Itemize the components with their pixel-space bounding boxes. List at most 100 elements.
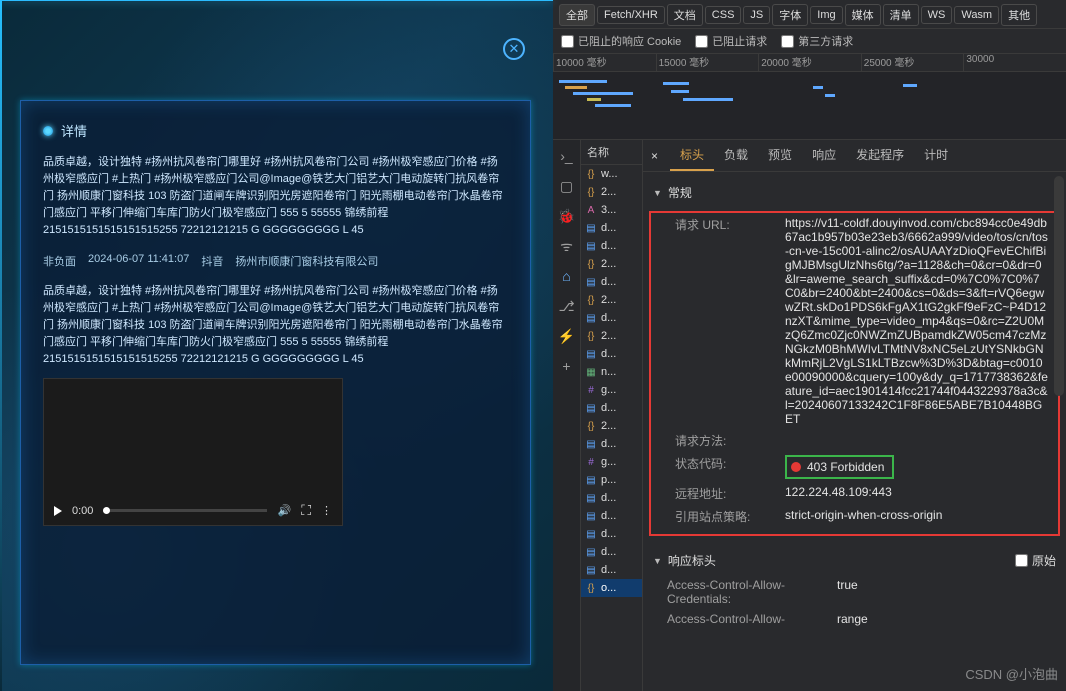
timeline-ruler[interactable]: 10000 毫秒15000 毫秒20000 毫秒25000 毫秒30000 xyxy=(553,54,1066,72)
general-section-header[interactable]: ▼ 常规 xyxy=(643,178,1066,207)
third-party-checkbox[interactable]: 第三方请求 xyxy=(781,33,853,49)
req-method-key: 请求方法: xyxy=(675,432,785,449)
filter-tab-Img[interactable]: Img xyxy=(810,6,842,24)
request-row[interactable]: ▤ d... xyxy=(581,309,642,327)
request-name: 2... xyxy=(601,420,616,432)
close-detail-icon[interactable]: × xyxy=(643,143,666,169)
css-file-icon: # xyxy=(585,384,597,396)
request-row[interactable]: {}2... xyxy=(581,327,642,345)
filter-tab-全部[interactable]: 全部 xyxy=(559,4,595,26)
doc-file-icon: ▤ xyxy=(585,312,597,324)
play-icon[interactable] xyxy=(54,506,62,516)
request-name: 2... xyxy=(601,294,616,306)
request-row[interactable]: {}w... xyxy=(581,165,642,183)
hdr-credentials-key: Access-Control-Allow-Credentials: xyxy=(667,578,837,606)
request-row[interactable]: #g... xyxy=(581,453,642,471)
detail-card: 详情 品质卓越，设计独特 #扬州抗风卷帘门哪里好 #扬州抗风卷帘门公司 #扬州极… xyxy=(20,100,531,665)
doc-file-icon: ▤ xyxy=(585,222,597,234)
request-name: d... xyxy=(601,528,616,540)
filter-tab-文档[interactable]: 文档 xyxy=(667,4,703,26)
request-row[interactable]: ▤d... xyxy=(581,543,642,561)
ruler-tick: 30000 xyxy=(963,54,1066,71)
console-icon[interactable]: ›_ xyxy=(559,148,575,164)
refpol-value: strict-origin-when-cross-origin xyxy=(785,508,1048,525)
volume-icon[interactable]: 🔊 xyxy=(277,504,291,517)
waterfall-overview[interactable] xyxy=(553,72,1066,140)
request-name: d... xyxy=(601,312,616,324)
doc-file-icon: ▤ xyxy=(585,564,597,576)
request-row[interactable]: #g... xyxy=(581,381,642,399)
blocked-cookie-checkbox[interactable]: 已阻止的响应 Cookie xyxy=(561,33,681,49)
request-row[interactable]: ▤d... xyxy=(581,345,642,363)
ruler-tick: 20000 毫秒 xyxy=(758,54,861,71)
page-icon[interactable]: ▢ xyxy=(559,178,575,194)
filter-tab-其他[interactable]: 其他 xyxy=(1001,4,1037,26)
lighthouse-icon[interactable]: ⚡ xyxy=(559,328,575,344)
request-name: w... xyxy=(601,168,618,180)
reqlist-header[interactable]: 名称 xyxy=(581,140,642,165)
response-headers-section[interactable]: ▼ 响应标头 原始 xyxy=(643,546,1066,575)
req-url-value[interactable]: https://v11-coldf.douyinvod.com/cbc894cc… xyxy=(785,216,1048,426)
meta-row: 非负面 2024-06-07 11:41:07 抖音 扬州市顺康门窗科技有限公司 xyxy=(43,253,508,269)
devtools-pane: 全部Fetch/XHR文档CSSJS字体Img媒体清单WSWasm其他 已阻止的… xyxy=(553,0,1066,691)
storage-icon[interactable]: ⌂ xyxy=(559,268,575,284)
close-button[interactable]: ✕ xyxy=(503,38,525,60)
video-player[interactable]: 0:00 🔊 ⛶ ⋮ xyxy=(43,378,343,526)
request-name: d... xyxy=(601,492,616,504)
request-row[interactable]: {}2... xyxy=(581,183,642,201)
filter-tab-JS[interactable]: JS xyxy=(743,6,770,24)
devtools-gutter: ›_ ▢ 🐞 ᯤ ⌂ ⎇ ⚡ + xyxy=(553,140,581,691)
request-row[interactable]: ▤d... xyxy=(581,489,642,507)
request-row[interactable]: {}o... xyxy=(581,579,642,597)
detail-tab-发起程序[interactable]: 发起程序 xyxy=(846,140,914,171)
request-name: p... xyxy=(601,474,616,486)
filter-tab-字体[interactable]: 字体 xyxy=(772,4,808,26)
fullscreen-icon[interactable]: ⛶ xyxy=(301,502,311,519)
new-tab-icon[interactable]: + xyxy=(559,358,575,374)
general-label: 常规 xyxy=(668,184,692,201)
request-row[interactable]: ▤d... xyxy=(581,399,642,417)
remote-value: 122.224.48.109:443 xyxy=(785,485,1048,502)
filter-tab-媒体[interactable]: 媒体 xyxy=(845,4,881,26)
request-row[interactable]: ▤d... xyxy=(581,273,642,291)
wifi-icon[interactable]: ᯤ xyxy=(559,238,575,254)
bug-icon[interactable]: 🐞 xyxy=(559,208,575,224)
request-row[interactable]: ▦n... xyxy=(581,363,642,381)
filter-tab-Fetch/XHR[interactable]: Fetch/XHR xyxy=(597,6,665,24)
request-row[interactable]: ▤d... xyxy=(581,435,642,453)
status-key: 状态代码: xyxy=(675,455,785,479)
meta-status: 非负面 xyxy=(43,253,76,269)
detail-tab-预览[interactable]: 预览 xyxy=(758,140,802,171)
request-row[interactable]: {} 2... xyxy=(581,291,642,309)
more-icon[interactable]: ⋮ xyxy=(321,504,332,517)
detail-tabs: × 标头负载预览响应发起程序计时 xyxy=(643,140,1066,172)
ruler-tick: 15000 毫秒 xyxy=(656,54,759,71)
detail-tab-负载[interactable]: 负载 xyxy=(714,140,758,171)
scrollbar[interactable] xyxy=(1054,176,1064,396)
request-row[interactable]: ▤d... xyxy=(581,237,642,255)
request-name: d... xyxy=(601,402,616,414)
security-icon[interactable]: ⎇ xyxy=(559,298,575,314)
request-row[interactable]: ▤d... xyxy=(581,525,642,543)
video-track[interactable] xyxy=(103,509,267,512)
request-row[interactable]: ▤d... xyxy=(581,219,642,237)
raw-checkbox[interactable]: 原始 xyxy=(1015,552,1056,569)
card-title-text: 详情 xyxy=(61,121,87,140)
request-row[interactable]: ▤d... xyxy=(581,507,642,525)
js-file-icon: {} xyxy=(585,294,597,306)
request-row[interactable]: {}2... xyxy=(581,255,642,273)
request-name: 2... xyxy=(601,186,616,198)
filter-tab-CSS[interactable]: CSS xyxy=(705,6,742,24)
filter-tab-WS[interactable]: WS xyxy=(921,6,953,24)
detail-tab-标头[interactable]: 标头 xyxy=(670,140,714,171)
request-row[interactable]: {}2... xyxy=(581,417,642,435)
filter-tab-Wasm[interactable]: Wasm xyxy=(954,6,999,24)
request-row[interactable]: ▤p... xyxy=(581,471,642,489)
request-row[interactable]: ▤d... xyxy=(581,561,642,579)
filter-tab-清单[interactable]: 清单 xyxy=(883,4,919,26)
blocked-request-checkbox[interactable]: 已阻止请求 xyxy=(695,33,767,49)
request-row[interactable]: A3... xyxy=(581,201,642,219)
detail-tab-计时[interactable]: 计时 xyxy=(914,140,958,171)
request-name: 2... xyxy=(601,330,616,342)
detail-tab-响应[interactable]: 响应 xyxy=(802,140,846,171)
